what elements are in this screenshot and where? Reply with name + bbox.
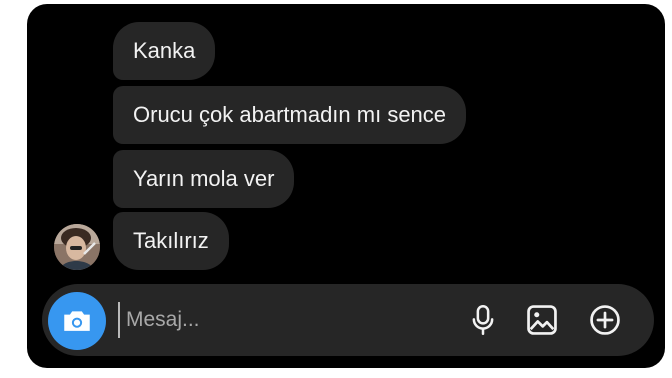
- gallery-button[interactable]: [524, 302, 560, 338]
- chat-screen: Kanka Orucu çok abartmadın mı sence Yarı…: [27, 4, 665, 368]
- message-bubble[interactable]: Yarın mola ver: [113, 150, 295, 208]
- camera-button[interactable]: [48, 292, 106, 350]
- message-text: Orucu çok abartmadın mı sence: [133, 102, 447, 127]
- camera-icon: [64, 311, 90, 331]
- more-options-button[interactable]: [587, 302, 623, 338]
- avatar-image: [54, 224, 100, 270]
- microphone-icon: [472, 305, 494, 335]
- message-bubble[interactable]: Takılırız: [113, 212, 229, 270]
- message-bubble[interactable]: Kanka: [113, 22, 216, 80]
- sender-avatar[interactable]: [54, 224, 100, 270]
- message-text: Kanka: [133, 38, 196, 63]
- image-icon: [527, 305, 557, 335]
- message-input[interactable]: [118, 302, 418, 338]
- message-composer: [42, 284, 654, 356]
- plus-circle-icon: [590, 305, 620, 335]
- message-bubble[interactable]: Orucu çok abartmadın mı sence: [113, 86, 467, 144]
- voice-message-button[interactable]: [465, 302, 501, 338]
- message-text: Takılırız: [133, 228, 209, 253]
- message-text: Yarın mola ver: [133, 166, 275, 191]
